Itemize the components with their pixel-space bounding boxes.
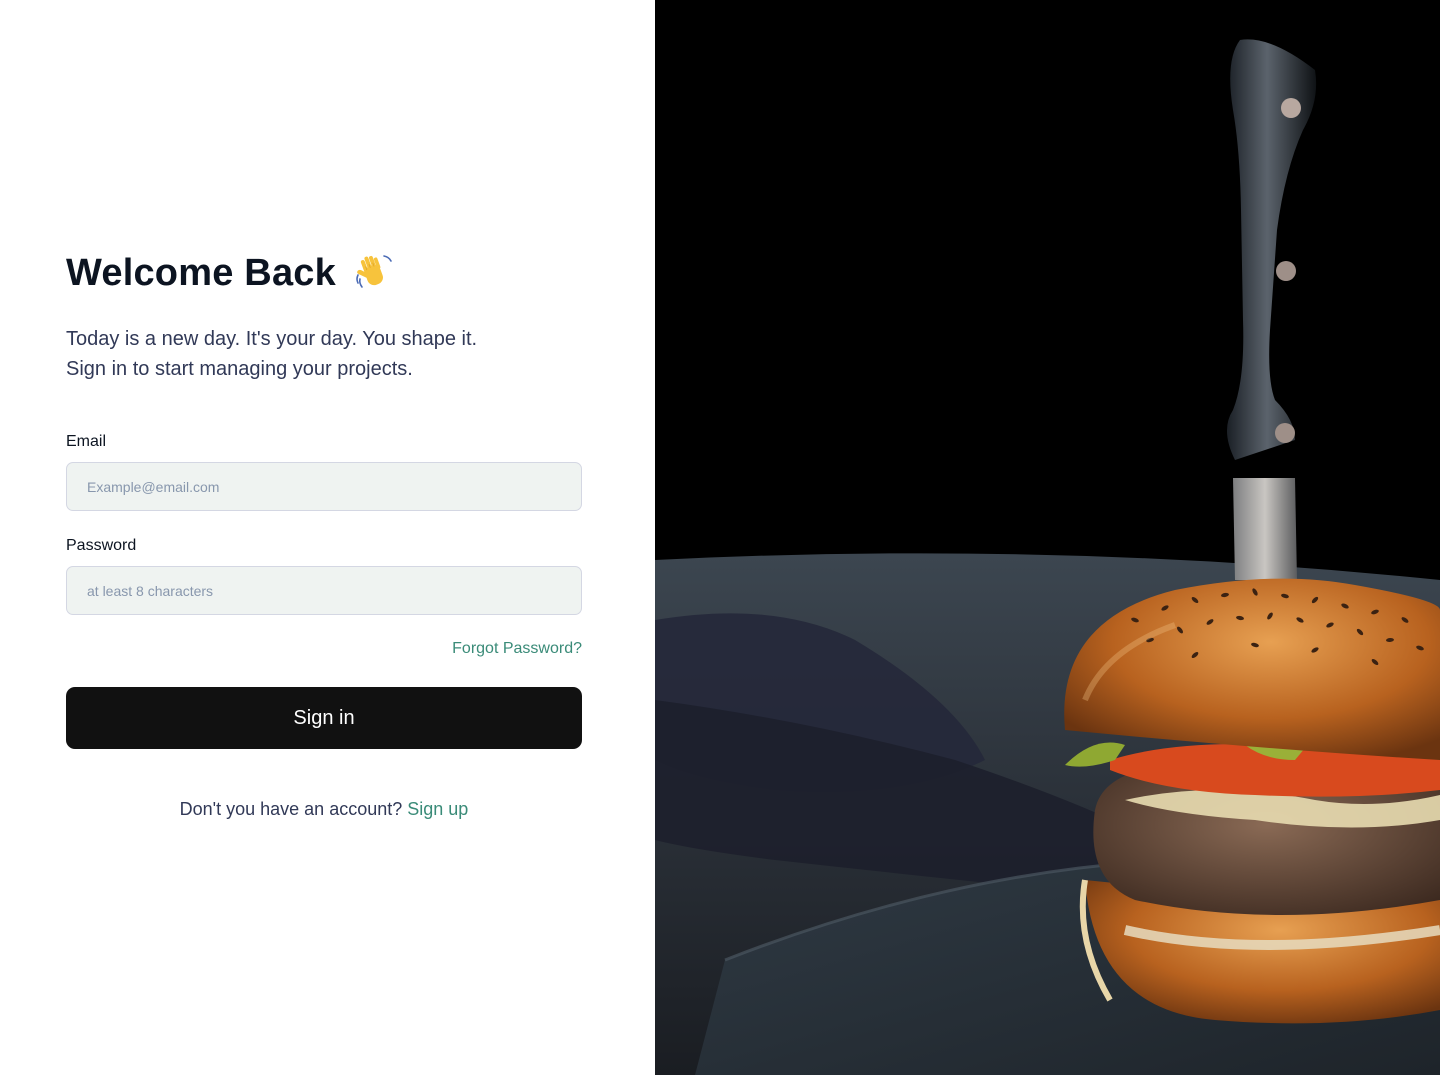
sign-in-button[interactable]: Sign in	[66, 687, 582, 749]
email-label: Email	[66, 433, 107, 450]
sign-up-link[interactable]: Sign up	[407, 799, 468, 819]
subtitle-line-2: Sign in to start managing your projects.	[66, 358, 413, 380]
no-account-text: Don't you have an account?	[179, 799, 403, 819]
password-field[interactable]	[66, 566, 582, 615]
login-panel: Welcome Back Today is a new day. It's yo…	[0, 0, 655, 1075]
page-title: Welcome Back	[66, 251, 336, 294]
burger-with-knife-image	[655, 0, 1440, 1075]
password-label: Password	[66, 537, 137, 554]
signup-prompt: Don't you have an account? Sign up	[66, 799, 582, 820]
title-row: Welcome Back	[66, 248, 394, 298]
waving-hand-icon	[354, 253, 394, 293]
email-field[interactable]	[66, 462, 582, 511]
subtitle-line-1: Today is a new day. It's your day. You s…	[66, 328, 478, 350]
forgot-password-link[interactable]: Forgot Password?	[452, 640, 582, 658]
subtitle: Today is a new day. It's your day. You s…	[66, 324, 586, 384]
